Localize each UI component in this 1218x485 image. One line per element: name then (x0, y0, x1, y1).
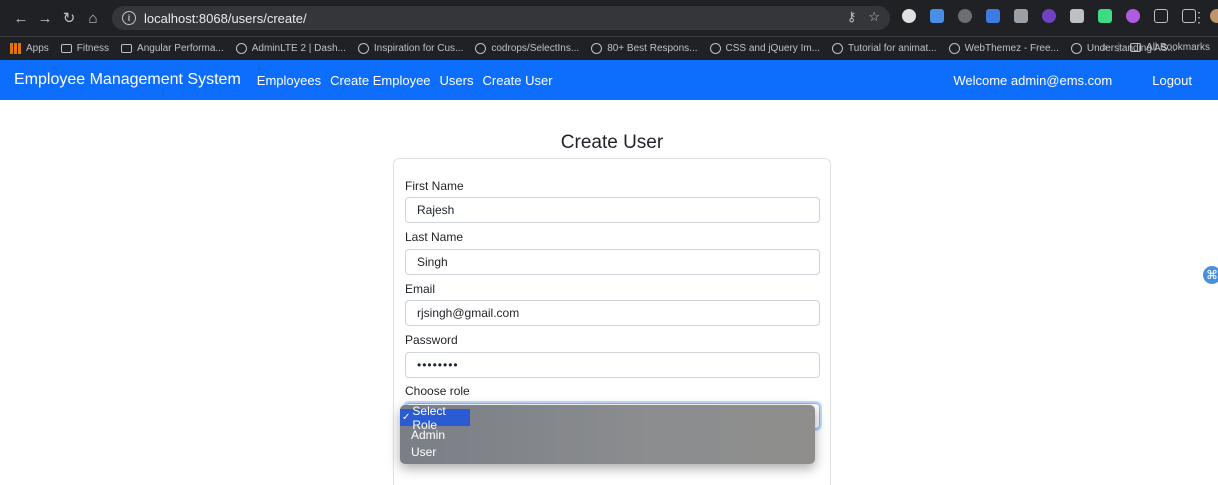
home-icon[interactable]: ⌂ (82, 10, 104, 27)
nav-link-employees[interactable]: Employees (257, 73, 321, 88)
role-option-select-role[interactable]: ✓ Select Role (400, 404, 470, 432)
page-title: Create User (560, 132, 664, 153)
globe-icon (357, 43, 369, 54)
extension-icon[interactable] (1098, 9, 1112, 23)
profile-avatar-icon[interactable] (1210, 9, 1218, 23)
bookmark-link[interactable]: Tutorial for animat... (832, 43, 937, 54)
password-input[interactable]: •••••••• (405, 352, 820, 378)
site-info-icon[interactable]: i (122, 11, 136, 25)
address-bar[interactable]: i localhost:8068/users/create/ ⚷ ☆ (112, 6, 890, 30)
role-dropdown-menu: ✓ Select Role Admin User (400, 404, 815, 464)
bookmark-apps[interactable]: Apps (10, 43, 49, 54)
folder-icon (1130, 43, 1142, 52)
bookmark-folder[interactable]: Angular Performa... (121, 43, 224, 54)
bookmark-folder[interactable]: Fitness (60, 43, 109, 54)
globe-icon (475, 43, 487, 54)
globe-icon (591, 43, 603, 54)
more-bookmarks-button[interactable]: » (1102, 42, 1108, 53)
last-name-input[interactable]: Singh (405, 249, 820, 275)
nav-link-create-user[interactable]: Create User (483, 73, 553, 88)
bookmarks-bar: Apps Fitness Angular Performa... AdminLT… (0, 36, 1218, 60)
nav-link-create-employee[interactable]: Create Employee (330, 73, 430, 88)
extension-icon[interactable] (986, 9, 1000, 23)
kebab-menu-icon[interactable]: ⋮ (1192, 9, 1206, 26)
nav-link-users[interactable]: Users (440, 73, 474, 88)
last-name-label: Last Name (405, 230, 464, 244)
navbar-brand[interactable]: Employee Management System (14, 71, 241, 89)
bookmark-link[interactable]: Inspiration for Cus... (357, 43, 463, 54)
bookmarks-divider: | (1117, 42, 1121, 53)
globe-icon (709, 43, 721, 54)
bookmark-link[interactable]: AdminLTE 2 | Dash... (235, 43, 346, 54)
extension-icon[interactable] (1126, 9, 1140, 23)
checkmark-icon: ✓ (402, 412, 411, 423)
back-icon[interactable]: ← (10, 10, 32, 27)
apps-icon (10, 43, 21, 54)
role-label: Choose role (405, 384, 470, 398)
globe-icon (1070, 43, 1082, 54)
email-label: Email (405, 282, 436, 296)
extension-icon[interactable] (958, 9, 972, 23)
bookmark-link[interactable]: WebThemez - Free... (948, 43, 1059, 54)
puzzle-extensions-icon[interactable] (1154, 9, 1168, 23)
bookmark-star-icon[interactable]: ☆ (868, 9, 880, 25)
url-text[interactable]: localhost:8068/users/create/ (144, 11, 307, 26)
folder-icon (121, 44, 133, 53)
globe-icon (832, 43, 844, 54)
extension-icon[interactable] (930, 9, 944, 23)
bookmark-link[interactable]: CSS and jQuery Im... (709, 43, 820, 54)
folder-icon (60, 44, 72, 53)
globe-icon (948, 43, 960, 54)
forward-icon[interactable]: → (34, 10, 56, 27)
first-name-label: First Name (405, 179, 464, 193)
welcome-text: Welcome admin@ems.com (953, 72, 1113, 88)
reload-icon[interactable]: ↻ (58, 9, 80, 27)
extension-icon[interactable] (1042, 9, 1056, 23)
all-bookmarks-button[interactable]: All Bookmarks (1130, 42, 1210, 53)
password-label: Password (405, 333, 458, 347)
bookmark-link[interactable]: 80+ Best Respons... (591, 43, 698, 54)
password-key-icon[interactable]: ⚷ (847, 9, 857, 25)
extensions-row (902, 9, 1218, 23)
floating-helper-icon[interactable]: ⌘ (1203, 266, 1218, 284)
email-input[interactable]: rjsingh@gmail.com (405, 300, 820, 326)
browser-toolbar: ← → ↻ ⌂ i localhost:8068/users/create/ ⚷… (0, 0, 1218, 36)
extension-icon[interactable] (1070, 9, 1084, 23)
app-navbar: Employee Management System Employees Cre… (0, 60, 1218, 100)
role-option-user[interactable]: User (400, 443, 815, 460)
extension-icon[interactable] (1014, 9, 1028, 23)
logout-link[interactable]: Logout (1152, 73, 1192, 88)
bookmark-link[interactable]: codrops/SelectIns... (475, 43, 579, 54)
first-name-input[interactable]: Rajesh (405, 197, 820, 223)
globe-icon (235, 43, 247, 54)
extension-icon[interactable] (902, 9, 916, 23)
